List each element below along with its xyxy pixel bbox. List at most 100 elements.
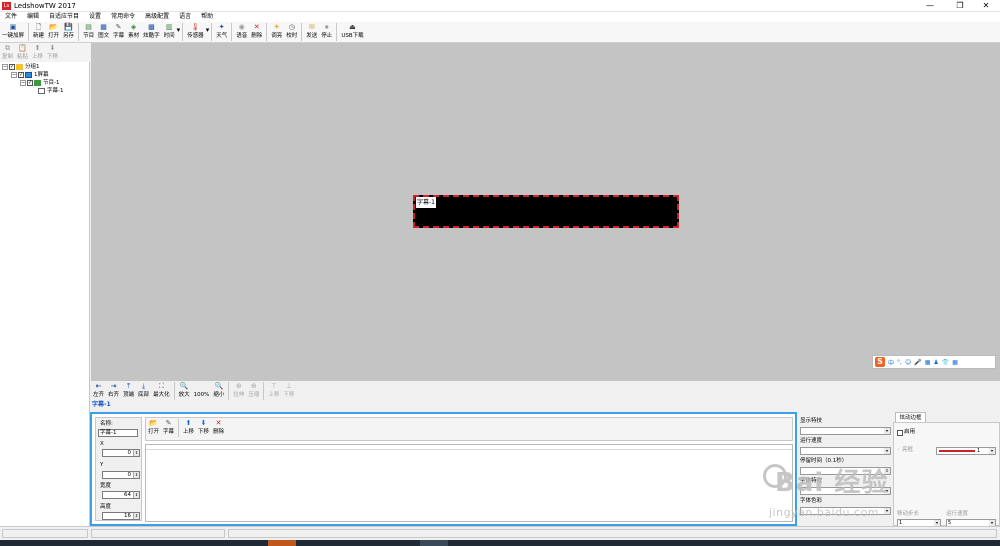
toolbar-button[interactable]: ◈ 素材 xyxy=(126,22,141,40)
move-down-button[interactable]: ⬇ 下移 xyxy=(196,418,211,440)
toolbar-button-label: 另存 xyxy=(63,33,75,39)
toolbar-button[interactable]: ▦ 图文 xyxy=(96,22,111,40)
layout-tool-button[interactable]: ⇤ 左齐 xyxy=(91,381,106,402)
move-up-button[interactable]: ⬆ 上移 xyxy=(181,418,196,440)
tab-dynamic-border[interactable]: 炫动边框 xyxy=(895,412,926,422)
close-button[interactable]: ✕ xyxy=(972,0,1000,12)
taskbar-app[interactable] xyxy=(420,540,448,546)
ime-emoji-icon[interactable]: ☺ xyxy=(905,359,911,366)
toolbar-button[interactable]: 🗋 新建 xyxy=(31,22,46,40)
toolbar-button[interactable]: ⏏ USB下载 xyxy=(339,22,365,40)
y-stepper[interactable]: 0 ⇕ xyxy=(102,471,140,479)
x-stepper[interactable]: 0 ⇕ xyxy=(102,449,140,457)
layout-tool-button[interactable]: 100% xyxy=(192,381,212,402)
subtitle-button[interactable]: ✎ 字幕 xyxy=(161,418,176,440)
move-down-button[interactable]: ⬇ 下移 xyxy=(45,43,60,62)
taskbar-app[interactable] xyxy=(268,540,296,546)
tree-item-subtitle[interactable]: 字幕-1 xyxy=(38,87,63,95)
layout-tool-button[interactable]: ⊕ 拉伸 xyxy=(231,381,246,402)
spin-icon[interactable]: ⇕ xyxy=(133,450,139,456)
toolbar-button[interactable]: 🌡 传感器 xyxy=(185,22,206,40)
subtitle-icon: ✎ xyxy=(115,23,122,31)
collapse-icon[interactable]: − xyxy=(20,80,26,86)
paste-button[interactable]: 📋 粘贴 xyxy=(15,43,30,62)
toolbar-button[interactable]: ✕ 删除 xyxy=(249,22,264,40)
ime-microphone-icon[interactable]: 🎤 xyxy=(914,359,921,366)
collapse-icon[interactable]: − xyxy=(2,64,8,70)
enable-border-checkbox[interactable]: 启用 xyxy=(897,429,915,436)
menu-settings[interactable]: 设置 xyxy=(84,12,106,22)
chevron-down-icon: ▾ xyxy=(884,428,890,434)
toolbar-button[interactable]: ◷ 校时 xyxy=(284,22,299,40)
minimize-button[interactable]: — xyxy=(916,0,944,12)
bright-frame-radio[interactable]: ◦ 亮框 xyxy=(897,447,913,454)
tree-item-screen[interactable]: − ✓ 1屏幕 xyxy=(11,71,49,79)
toolbar-button[interactable]: 💾 另存 xyxy=(61,22,76,40)
layout-tool-button[interactable]: ⇥ 右齐 xyxy=(106,381,121,402)
layout-tool-button[interactable]: ⊕ 压缩 xyxy=(246,381,261,402)
layout-tool-button[interactable]: 🔍 放大 xyxy=(177,381,192,402)
ime-punctuation-icon[interactable]: °, xyxy=(897,359,902,366)
width-label: 宽度 xyxy=(100,483,112,489)
layout-tool-button[interactable]: ⊥ 下移 xyxy=(281,381,296,402)
tree-item-group[interactable]: − ✓ 分组1 xyxy=(2,63,40,71)
toolbar-button[interactable]: ◉ 语音 xyxy=(234,22,249,40)
menu-file[interactable]: 文件 xyxy=(0,12,22,22)
copy-button[interactable]: ⧉ 复制 xyxy=(0,43,15,62)
layout-tool-button[interactable]: ⤓ 底部 xyxy=(136,381,151,402)
toolbar-button[interactable]: ☀ 调亮 xyxy=(269,22,284,40)
border-style-select[interactable]: 1 ▾ xyxy=(936,447,996,455)
menu-common-commands[interactable]: 常用命令 xyxy=(106,12,140,22)
app-logo-icon: Ls xyxy=(2,2,11,10)
collapse-icon[interactable]: − xyxy=(11,72,17,78)
ime-user-icon[interactable]: ♟ xyxy=(933,359,938,366)
layout-tool-button[interactable]: ⤒ 顶端 xyxy=(121,381,136,402)
ime-keyboard-icon[interactable]: ▦ xyxy=(925,359,931,366)
toolbar-button[interactable]: ▩ 炫酷字 xyxy=(141,22,162,40)
move-up-button[interactable]: ⬆ 上移 xyxy=(30,43,45,62)
led-subtitle-caption[interactable]: 字幕-1 xyxy=(416,197,436,208)
name-field[interactable]: 字幕-1 xyxy=(98,429,138,437)
menu-language[interactable]: 语言 xyxy=(174,12,196,22)
menu-help[interactable]: 帮助 xyxy=(196,12,218,22)
menu-edit[interactable]: 编辑 xyxy=(22,12,44,22)
toolbar-button[interactable]: ▣ 一键加屏 xyxy=(0,22,26,40)
restore-button[interactable]: ❐ xyxy=(946,0,974,12)
checkbox-icon[interactable] xyxy=(897,429,903,436)
spin-icon[interactable]: ⇕ xyxy=(133,513,139,519)
spin-icon[interactable]: ⇕ xyxy=(133,472,139,478)
checkbox-checked-icon[interactable]: ✓ xyxy=(27,80,33,86)
toolbar-button[interactable]: ⏹ 停止 xyxy=(319,22,334,40)
screen-canvas[interactable]: 字幕-1 S 中 °, ☺ 🎤 ▦ ♟ 👕 ▦ xyxy=(91,43,1000,381)
height-stepper[interactable]: 16 ⇕ xyxy=(102,512,140,520)
dropdown-arrow-icon[interactable]: ▾ xyxy=(206,22,210,34)
dropdown-arrow-icon[interactable]: ▾ xyxy=(177,22,181,34)
layout-tool-button[interactable]: ⊤ 上移 xyxy=(266,381,281,402)
toolbar-button[interactable]: ▤ 节目 xyxy=(81,22,96,40)
toolbar-button[interactable]: 📂 打开 xyxy=(46,22,61,40)
baidu-watermark: Bai 经验 jingyan.baidu.com xyxy=(763,462,963,522)
led-display-area[interactable]: 字幕-1 xyxy=(413,195,679,228)
toolbar-button[interactable]: ✦ 天气 xyxy=(214,22,229,40)
ime-grid-icon[interactable]: ▦ xyxy=(952,359,958,366)
width-stepper[interactable]: 64 ⇕ xyxy=(102,491,140,499)
menu-advanced-config[interactable]: 高级配置 xyxy=(140,12,174,22)
ime-skin-icon[interactable]: 👕 xyxy=(942,359,949,366)
layout-tool-button[interactable]: 🔍 缩小 xyxy=(211,381,226,402)
toolbar-button[interactable]: ✎ 字幕 xyxy=(111,22,126,40)
toolbar-button[interactable]: ✉ 发送 xyxy=(304,22,319,40)
layout-tool-button[interactable]: ⛶ 最大化 xyxy=(151,381,172,402)
spin-icon[interactable]: ⇕ xyxy=(133,492,139,498)
ime-mode-chinese[interactable]: 中 xyxy=(888,358,894,367)
checkbox-checked-icon[interactable]: ✓ xyxy=(9,64,15,70)
display-effect-select[interactable]: ▾ xyxy=(800,427,891,435)
menu-adaptive-program[interactable]: 自适应节目 xyxy=(44,12,84,22)
checkbox-checked-icon[interactable]: ✓ xyxy=(18,72,24,78)
delete-button[interactable]: ✕ 删除 xyxy=(211,418,226,440)
open-button[interactable]: 📂 打开 xyxy=(146,418,161,440)
ime-toolbar[interactable]: S 中 °, ☺ 🎤 ▦ ♟ 👕 ▦ xyxy=(872,355,996,369)
tree-item-program[interactable]: − ✓ 节目-1 xyxy=(20,79,59,87)
run-speed-select[interactable]: ▾ xyxy=(800,447,891,455)
toolbar-button[interactable]: ▥ 时间 xyxy=(162,22,177,40)
subtitle-text-editor[interactable] xyxy=(145,444,793,522)
